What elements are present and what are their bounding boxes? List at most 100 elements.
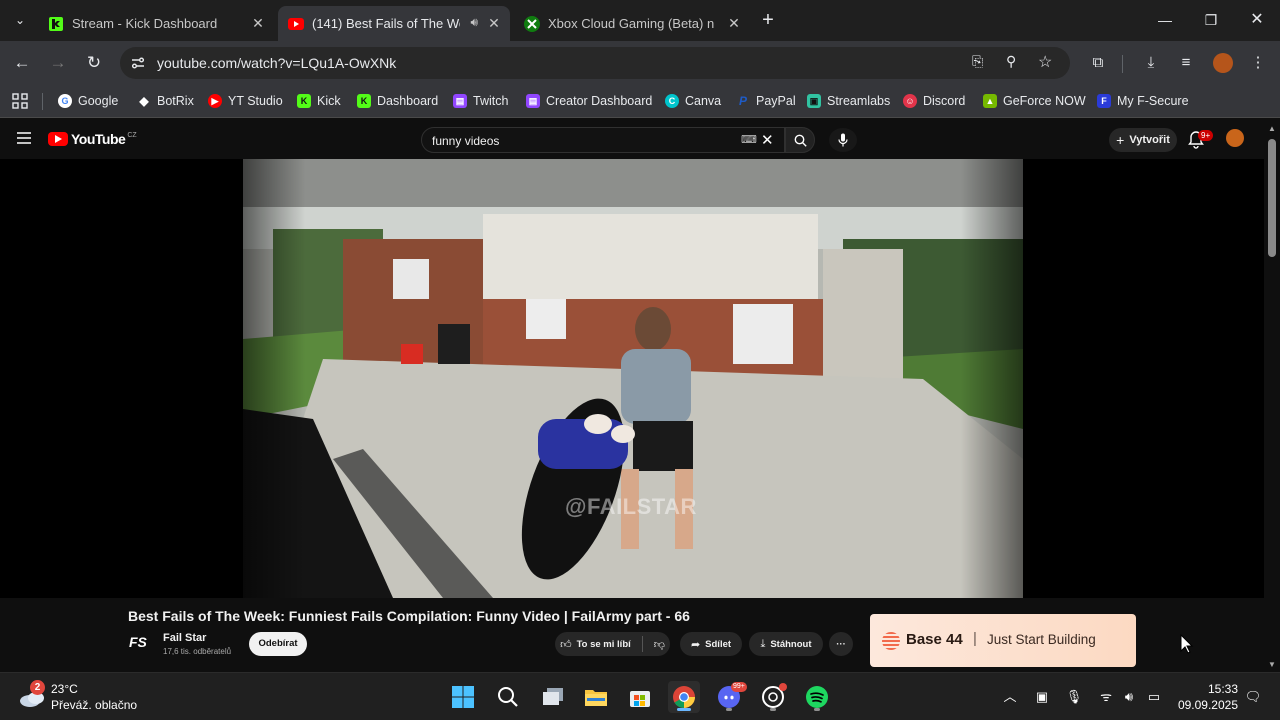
tab-youtube-video[interactable]: (141) Best Fails of The Week 🔊︎ ✕ <box>278 6 510 41</box>
file-explorer-button[interactable] <box>580 681 612 713</box>
zoom-icon[interactable]: ⚲ <box>1006 53 1016 70</box>
close-window-button[interactable]: ✕ <box>1247 10 1267 30</box>
battery-icon[interactable]: ▭ <box>1145 688 1163 706</box>
downloads-icon[interactable]: ⤓ <box>1141 53 1161 73</box>
tab-xbox-cloud[interactable]: Xbox Cloud Gaming (Beta) na Xbox.com ✕ <box>514 6 750 41</box>
reload-button[interactable]: ↻ <box>82 51 106 75</box>
discord-icon: ☺ <box>903 94 917 108</box>
close-icon[interactable]: ✕ <box>486 15 502 31</box>
more-actions-button[interactable]: ··· <box>829 632 853 656</box>
tab-kick-dashboard[interactable]: Stream - Kick Dashboard ✕ <box>38 6 274 41</box>
plus-icon: + <box>1116 132 1125 148</box>
bookmark-dashboard[interactable]: K Dashboard <box>357 92 438 110</box>
bookmark-creator-dashboard[interactable]: ▤ Creator Dashboard <box>526 92 652 110</box>
tab-title: (141) Best Fails of The Week <box>312 16 460 31</box>
discord-notification-badge: 99+ <box>731 682 747 692</box>
bookmark-star-icon[interactable]: ☆ <box>1038 52 1052 72</box>
microphone-icon[interactable]: 🎙︎ <box>1065 688 1083 706</box>
microsoft-store-button[interactable] <box>624 681 656 713</box>
address-bar[interactable]: youtube.com/watch?v=LQu1A-OwXNk ⎘ ⚲ ☆ <box>120 47 1070 79</box>
clock-date[interactable]: 09.09.2025 <box>1166 698 1238 712</box>
search-button[interactable] <box>785 127 815 153</box>
spotify-icon <box>806 686 828 708</box>
base44-logo-icon <box>882 632 900 650</box>
show-hidden-icons-chevron-icon[interactable]: ︿ <box>1001 688 1019 706</box>
media-controls-icon[interactable]: ≡ <box>1176 53 1196 73</box>
scrollbar-thumb[interactable] <box>1268 139 1276 257</box>
spotify-taskbar-button[interactable] <box>801 681 833 713</box>
forward-button[interactable]: → <box>46 51 70 75</box>
notification-center-icon[interactable]: 🗨︎ <box>1244 688 1262 706</box>
subscribe-button[interactable]: Odebírat <box>249 632 307 656</box>
scroll-up-arrow-icon[interactable]: ▲ <box>1267 125 1277 133</box>
f-secure-icon: F <box>1097 94 1111 108</box>
page-scrollbar[interactable]: ▲ ▼ <box>1264 119 1280 672</box>
bookmark-streamlabs[interactable]: ▣ Streamlabs <box>807 92 890 110</box>
bookmark-paypal[interactable]: P PayPal <box>736 92 796 110</box>
hamburger-menu-icon[interactable] <box>16 131 32 145</box>
bookmark-yt-studio[interactable]: ▶ YT Studio <box>208 92 283 110</box>
geforce-now-icon: ▲ <box>983 94 997 108</box>
bookmark-f-secure[interactable]: F My F-Secure <box>1097 92 1189 110</box>
channel-subscriber-count: 17,6 tis. odběratelů <box>163 647 232 656</box>
running-app-indicator <box>726 708 732 711</box>
scroll-down-arrow-icon[interactable]: ▼ <box>1267 661 1277 669</box>
extensions-icon[interactable]: ⧉ <box>1088 53 1108 73</box>
close-icon[interactable]: ✕ <box>726 15 742 31</box>
voice-search-button[interactable] <box>829 128 857 152</box>
apps-grid-icon[interactable] <box>12 93 28 109</box>
windows-taskbar: 2 23°C Převáž. oblačno 99+ ︿ ▣ 🎙︎ ᯤ 🔊︎ ▭… <box>0 672 1280 720</box>
running-app-indicator <box>770 708 776 711</box>
new-tab-button[interactable]: + <box>756 8 780 32</box>
chrome-taskbar-button[interactable] <box>668 681 700 713</box>
back-button[interactable]: ← <box>10 51 34 75</box>
google-icon: G <box>58 94 72 108</box>
volume-icon[interactable]: 🔊︎ <box>1120 688 1138 706</box>
create-button[interactable]: + Vytvořit <box>1109 128 1177 152</box>
site-info-icon[interactable] <box>130 55 146 71</box>
twitch-icon: ▤ <box>526 94 540 108</box>
bookmark-twitch[interactable]: ▤ Twitch <box>453 92 508 110</box>
clock-time[interactable]: 15:33 <box>1178 682 1238 696</box>
minimize-button[interactable]: — <box>1155 10 1175 30</box>
task-view-button[interactable] <box>537 681 569 713</box>
channel-avatar[interactable]: FS <box>129 634 155 652</box>
close-icon[interactable]: ✕ <box>250 15 266 31</box>
download-button[interactable]: ⤓ Stáhnout <box>749 632 823 656</box>
ad-tagline: Just Start Building <box>987 632 1096 647</box>
search-box[interactable]: funny videos ⌨ ✕ <box>421 127 785 153</box>
tab-search-button[interactable]: ⌄ <box>8 8 32 32</box>
windows-start-button[interactable] <box>447 681 479 713</box>
tray-app-icon[interactable]: ▣ <box>1033 688 1051 706</box>
bookmark-kick[interactable]: K Kick <box>297 92 341 110</box>
clear-search-icon[interactable]: ✕ <box>761 131 774 149</box>
install-app-icon[interactable]: ⎘ <box>972 53 983 70</box>
search-input[interactable]: funny videos <box>432 134 499 148</box>
youtube-logo[interactable]: YouTube CZ <box>48 131 137 147</box>
audio-playing-icon[interactable]: 🔊︎ <box>470 15 478 30</box>
taskbar-search-button[interactable] <box>492 681 524 713</box>
bookmark-canva[interactable]: C Canva <box>665 92 721 110</box>
like-button[interactable]: 👍︎ To se mi líbí <box>560 638 631 651</box>
openai-taskbar-button[interactable] <box>757 681 789 713</box>
profile-avatar[interactable] <box>1213 53 1233 73</box>
account-avatar[interactable] <box>1226 129 1244 147</box>
restore-button[interactable]: ❐ <box>1201 10 1221 30</box>
bookmark-google[interactable]: G Google <box>58 92 118 110</box>
channel-name[interactable]: Fail Star <box>163 632 206 644</box>
bookmark-botrix[interactable]: ◆ BotRix <box>137 92 193 110</box>
bookmark-geforce-now[interactable]: ▲ GeForce NOW <box>983 92 1086 110</box>
sponsored-ad-banner[interactable]: Base 44 | Just Start Building <box>870 614 1136 667</box>
video-frame[interactable]: @FAILSTAR <box>243 159 1023 598</box>
menu-icon[interactable]: ⋮ <box>1248 53 1268 73</box>
keyboard-icon[interactable]: ⌨ <box>741 133 757 146</box>
discord-taskbar-button[interactable]: 99+ <box>713 681 747 713</box>
wifi-icon[interactable]: ᯤ <box>1097 688 1115 706</box>
video-watermark: @FAILSTAR <box>565 494 697 519</box>
like-dislike-group: 👍︎ To se mi líbí 👎︎ <box>555 632 670 656</box>
video-player[interactable]: @FAILSTAR <box>0 159 1264 598</box>
share-button[interactable]: ➦ Sdílet <box>680 632 742 656</box>
pill-divider <box>641 636 643 652</box>
thumbs-down-icon[interactable]: 👎︎ <box>654 638 665 651</box>
bookmark-discord[interactable]: ☺ Discord <box>903 92 965 110</box>
